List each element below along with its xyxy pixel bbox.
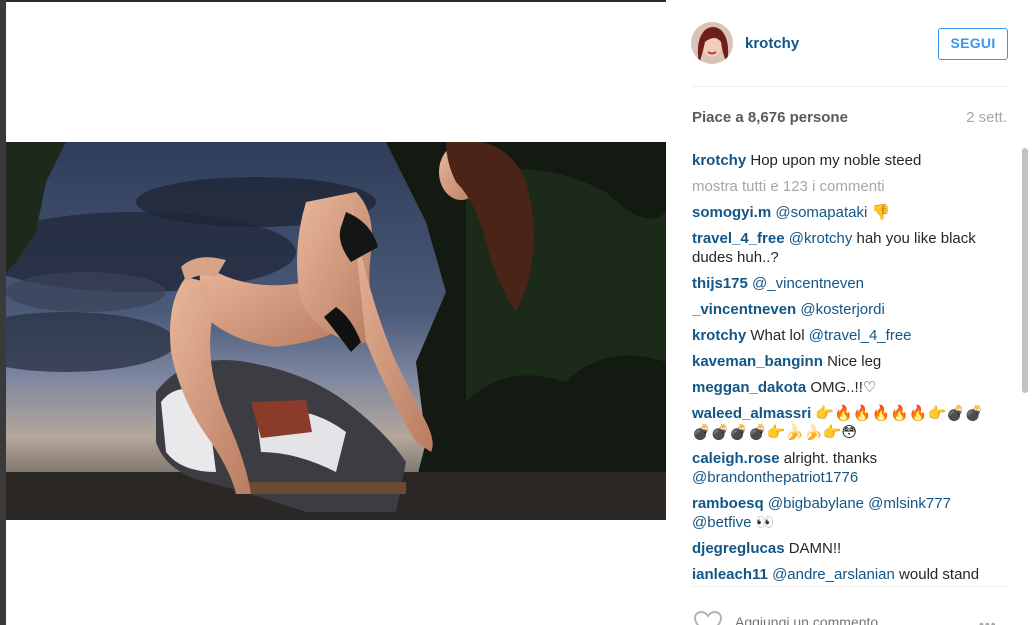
comment-item: caleigh.rose alright. thanks @brandonthe…: [692, 449, 992, 487]
eyes-icon: 👀: [755, 514, 775, 531]
comment-text: What lol: [750, 327, 805, 344]
comment-text: DAMN!!: [788, 540, 842, 557]
comment-text: Hop upon my noble steed: [750, 152, 922, 169]
comment-username[interactable]: djegreglucas: [692, 540, 785, 557]
comment-text: OMG..!!♡: [810, 379, 877, 396]
load-more-comments-link[interactable]: mostra tutti e 123 i commenti: [692, 177, 992, 196]
comment-footer: •••: [691, 598, 1021, 625]
comment-item: _vincentneven @kosterjordi: [692, 300, 992, 319]
avatar[interactable]: [691, 22, 733, 64]
comment-text: Nice leg: [827, 353, 882, 370]
post-timestamp[interactable]: 2 sett.: [966, 109, 1007, 126]
comments-scrollbar[interactable]: [1021, 145, 1029, 585]
comment-item: travel_4_free @krotchy hah you like blac…: [692, 229, 992, 267]
comment-mention[interactable]: @andre_arslanian: [772, 566, 895, 583]
comment-item: meggan_dakota OMG..!!♡: [692, 378, 992, 397]
comment-username[interactable]: somogyi.m: [692, 204, 771, 221]
comment-mention[interactable]: @kosterjordi: [800, 301, 884, 318]
comment-username[interactable]: krotchy: [692, 152, 746, 169]
comment-text: alright. thanks: [783, 450, 878, 467]
comment-mention[interactable]: @_vincentneven: [752, 275, 864, 292]
author-username[interactable]: krotchy: [745, 35, 799, 52]
likes-count[interactable]: Piace a 8,676 persone: [692, 109, 848, 126]
comment-username[interactable]: caleigh.rose: [692, 450, 780, 467]
add-comment-input[interactable]: [735, 614, 965, 625]
comment-item: ramboesq @bigbabylane @mlsink777 @betfiv…: [692, 494, 992, 532]
comment-item: ianleach11 @andre_arslanian would stand: [692, 565, 992, 584]
comment-item: thijs175 @_vincentneven: [692, 274, 992, 293]
comment-item: waleed_almassri 👉🔥🔥🔥🔥🔥👉💣💣💣💣💣💣👉🍌🍌👉😳: [692, 404, 992, 442]
comment-item: djegreglucas DAMN!!: [692, 539, 992, 558]
post-details-panel: krotchy SEGUI Piace a 8,676 persone 2 se…: [676, 0, 1033, 625]
comments-list: krotchy Hop upon my noble steed mostra t…: [692, 151, 992, 584]
previous-post-edge: [6, 0, 666, 2]
comment-username[interactable]: krotchy: [692, 327, 746, 344]
follow-button[interactable]: SEGUI: [938, 28, 1008, 60]
comment-username[interactable]: waleed_almassri: [692, 405, 811, 422]
post-photo[interactable]: [6, 142, 666, 520]
comment-item: somogyi.m @somapataki 👎: [692, 203, 992, 222]
header-divider: [691, 86, 1008, 87]
comment-mention[interactable]: @krotchy: [789, 230, 853, 247]
comment-item: krotchy What lol @travel_4_free: [692, 326, 992, 345]
comment-username[interactable]: ianleach11: [692, 566, 768, 583]
thumbs-down-icon: 👎: [871, 204, 891, 221]
scrollbar-thumb[interactable]: [1022, 148, 1028, 393]
comment-username[interactable]: ramboesq: [692, 495, 764, 512]
post-header: krotchy SEGUI: [691, 22, 1008, 66]
comment-username[interactable]: meggan_dakota: [692, 379, 806, 396]
comment-username[interactable]: thijs175: [692, 275, 748, 292]
more-options-button[interactable]: •••: [979, 616, 997, 625]
heart-outline-icon[interactable]: [693, 610, 723, 625]
comment-mention[interactable]: @somapataki: [775, 204, 867, 221]
comment-text: would stand: [899, 566, 980, 583]
comment-username[interactable]: travel_4_free: [692, 230, 785, 247]
comment-mention[interactable]: @brandonthepatriot1776: [692, 469, 858, 486]
footer-divider: [691, 586, 1008, 587]
caption: krotchy Hop upon my noble steed: [692, 151, 992, 170]
comment-username[interactable]: _vincentneven: [692, 301, 796, 318]
comment-username[interactable]: kaveman_banginn: [692, 353, 823, 370]
comment-item: kaveman_banginn Nice leg: [692, 352, 992, 371]
comment-mention[interactable]: @travel_4_free: [809, 327, 912, 344]
